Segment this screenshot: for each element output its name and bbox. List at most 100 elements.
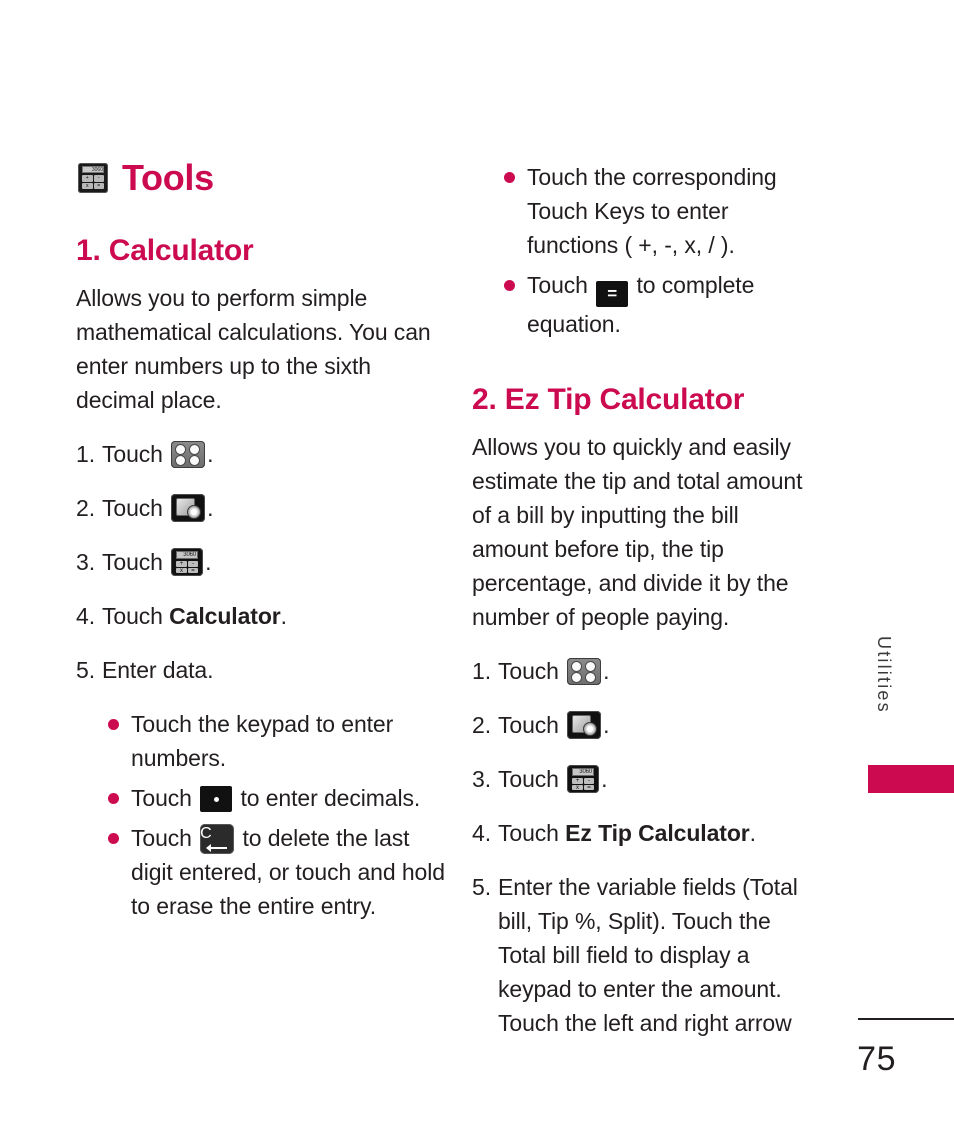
calculator-icon-key-minus: - bbox=[187, 561, 199, 567]
step-body: Enter data. bbox=[101, 657, 214, 683]
grid-menu-icon bbox=[171, 441, 206, 468]
chapter-title: Tools bbox=[122, 157, 214, 198]
step-text-end: . bbox=[749, 820, 756, 846]
calculator-icon-key-times: x bbox=[572, 784, 583, 790]
step-body: Touch . bbox=[102, 491, 446, 525]
step-text-end: . bbox=[205, 549, 212, 575]
chapter-header: 3060 + - x = Tools bbox=[76, 160, 446, 196]
step-item: 5. Enter the variable fields (Total bill… bbox=[472, 870, 820, 1040]
bullet-item: Touch the keypad to enter numbers. bbox=[76, 707, 446, 775]
step-number: 4. bbox=[472, 820, 491, 846]
step-text: Touch bbox=[497, 820, 559, 846]
calculator-icon: 3060 + - x = bbox=[78, 163, 108, 193]
step-body: Touch Ez Tip Calculator. bbox=[498, 816, 820, 850]
calculator-icon-key-equals: = bbox=[583, 784, 595, 790]
step-number: 5. bbox=[76, 657, 95, 683]
bullet-dot-icon bbox=[504, 280, 515, 291]
bullet-text: Touch to enter decimals. bbox=[131, 781, 446, 815]
bullet-text-start: Touch bbox=[131, 785, 192, 811]
bullet-dot-icon bbox=[504, 172, 515, 183]
section-intro-ez-tip-calculator: Allows you to quickly and easily estimat… bbox=[472, 434, 803, 630]
bullet-dot-icon bbox=[108, 793, 119, 804]
step-number: 1. bbox=[76, 441, 95, 467]
calculator-icon-key-times: x bbox=[82, 182, 93, 189]
step-text-end: . bbox=[601, 766, 608, 792]
step-number: 3. bbox=[76, 549, 95, 575]
grid-menu-icon bbox=[567, 658, 602, 685]
step-body: Touch 3060 + - x = . bbox=[498, 762, 820, 796]
calculator-icon-keys: + - x = bbox=[572, 778, 595, 790]
page-number: 75 bbox=[857, 1040, 896, 1078]
tools-icon bbox=[567, 711, 602, 739]
step-number: 3. bbox=[472, 766, 491, 792]
step-body: Touch 3060 + - x = . bbox=[102, 545, 446, 579]
step-bold-term: Calculator bbox=[169, 603, 281, 629]
calculator-icon-keys: + - x = bbox=[176, 561, 199, 573]
section-intro-calculator: Allows you to perform simple mathematica… bbox=[76, 285, 431, 413]
bullet-text: Touch = to complete equation. bbox=[527, 268, 820, 341]
step-item: 4. Touch Calculator. bbox=[76, 599, 446, 633]
steps-list-ez-tip-calculator: 1. Touch . 2. Touch . 3. Touch 3060 + - x =… bbox=[472, 654, 820, 1040]
calculator-icon-display: 3060 bbox=[82, 166, 104, 173]
step-text: Touch bbox=[101, 441, 163, 467]
bullet-item: Touch C to delete the last digit entered… bbox=[76, 821, 446, 923]
step-text-end: . bbox=[207, 441, 214, 467]
step-text: Touch bbox=[101, 495, 163, 521]
calculator-icon-key-minus: - bbox=[93, 175, 104, 182]
bullet-dot-icon bbox=[108, 719, 119, 730]
bullet-text: Touch the keypad to enter numbers. bbox=[131, 711, 394, 771]
calculator-icon-keys: + - x = bbox=[82, 175, 104, 189]
tools-icon bbox=[171, 494, 206, 522]
calculator-icon-key-equals: = bbox=[187, 567, 199, 573]
step-text: Touch bbox=[497, 766, 559, 792]
step-number: 4. bbox=[76, 603, 95, 629]
step-body: Touch . bbox=[498, 654, 820, 688]
step-text: Touch bbox=[101, 549, 163, 575]
calculator-icon-key-plus: + bbox=[82, 175, 93, 182]
calculator-icon-key-equals: = bbox=[93, 182, 104, 189]
step-text-end: . bbox=[207, 495, 214, 521]
bullet-text: Touch the corresponding Touch Keys to en… bbox=[527, 164, 777, 258]
step-item: 4. Touch Ez Tip Calculator. bbox=[472, 816, 820, 850]
calculator-icon: 3060 + - x = bbox=[171, 548, 204, 576]
step-text-end: . bbox=[603, 658, 610, 684]
step-item: 3. Touch 3060 + - x = . bbox=[76, 545, 446, 579]
step-text: Touch bbox=[497, 712, 559, 738]
step-text: Touch bbox=[497, 658, 559, 684]
step-number: 5. bbox=[472, 874, 491, 900]
step-body: Touch . bbox=[498, 708, 820, 742]
right-column: Touch the corresponding Touch Keys to en… bbox=[472, 160, 820, 1060]
step-text-end: . bbox=[280, 603, 287, 629]
side-tab-block bbox=[868, 765, 954, 793]
equals-key-icon: = bbox=[596, 281, 629, 307]
decimal-key-icon bbox=[200, 786, 233, 812]
calculator-icon-display: 3060 bbox=[176, 551, 199, 559]
side-tab-label: Utilities bbox=[874, 636, 894, 714]
bullet-text-start: Touch bbox=[527, 272, 588, 298]
step-item: 2. Touch . bbox=[472, 708, 820, 742]
manual-page: 3060 + - x = Tools 1. Calculator Allows … bbox=[0, 0, 954, 1145]
step-item: 5. Enter data. bbox=[76, 653, 446, 687]
bullet-text-start: Touch bbox=[131, 825, 192, 851]
bullet-item: Touch to enter decimals. bbox=[76, 781, 446, 815]
clear-key-icon: C bbox=[200, 824, 235, 854]
step-text-end: . bbox=[603, 712, 610, 738]
step-number: 2. bbox=[472, 712, 491, 738]
bullet-text: Touch C to delete the last digit entered… bbox=[131, 821, 446, 923]
step-text: Touch bbox=[101, 603, 163, 629]
section-heading-calculator: 1. Calculator bbox=[76, 234, 254, 267]
calculator-icon-key-minus: - bbox=[583, 778, 595, 784]
bullets-list-calculator-continued: Touch the corresponding Touch Keys to en… bbox=[472, 160, 820, 341]
step-bold-term: Ez Tip Calculator bbox=[565, 820, 750, 846]
calculator-icon-key-plus: + bbox=[572, 778, 583, 784]
bullet-item: Touch the corresponding Touch Keys to en… bbox=[472, 160, 820, 262]
calculator-icon-key-plus: + bbox=[176, 561, 187, 567]
step-item: 3. Touch 3060 + - x = . bbox=[472, 762, 820, 796]
calculator-icon-key-times: x bbox=[176, 567, 187, 573]
left-column: 3060 + - x = Tools 1. Calculator Allows … bbox=[76, 160, 446, 929]
step-item: 1. Touch . bbox=[472, 654, 820, 688]
section-heading-ez-tip-calculator: 2. Ez Tip Calculator bbox=[472, 383, 745, 416]
footer-rule bbox=[858, 1018, 954, 1020]
calculator-icon-display: 3060 bbox=[572, 768, 595, 776]
step-number: 2. bbox=[76, 495, 95, 521]
